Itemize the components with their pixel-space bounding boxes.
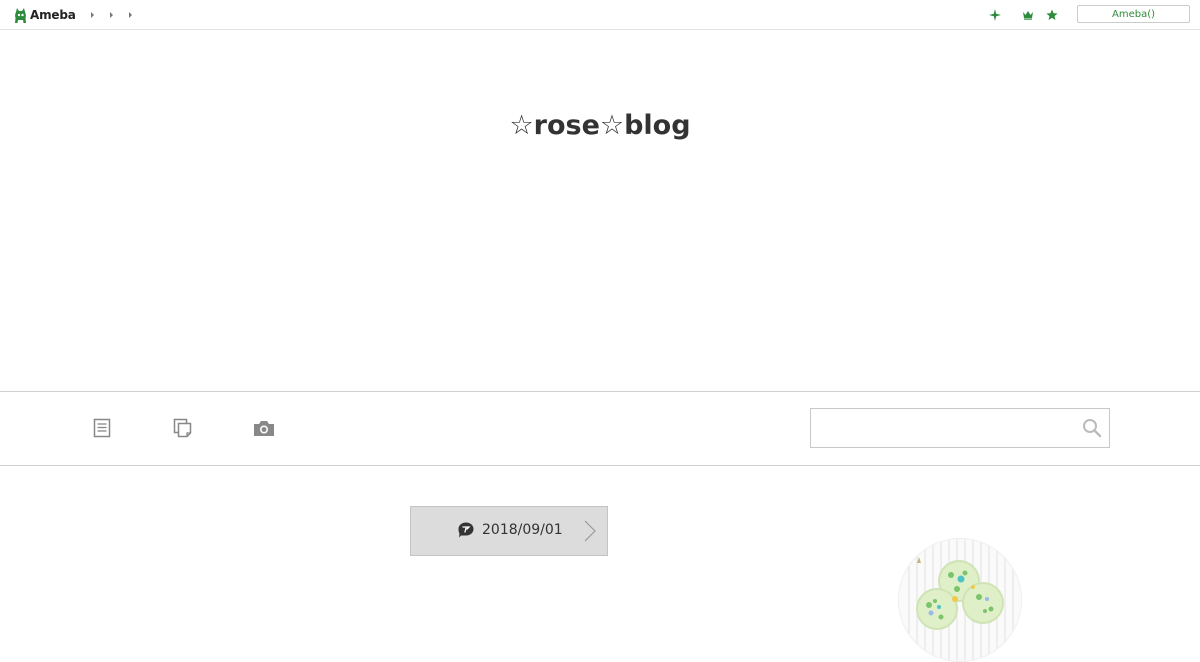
caret-right-icon (109, 11, 113, 18)
blog-title[interactable]: ☆rose☆blog (0, 110, 1200, 141)
sparkle-icon[interactable] (988, 8, 1002, 22)
avatar-image (899, 539, 1021, 661)
date-pager-next[interactable]: 2018/09/01 (410, 506, 608, 556)
chevron-right-icon (584, 520, 596, 542)
global-header: Ameba Ameba() (0, 0, 1200, 30)
nav-arrow-2[interactable] (108, 9, 114, 20)
themes-icon[interactable] (171, 416, 195, 440)
search-icon (1083, 419, 1102, 438)
star-icon[interactable] (1045, 8, 1059, 22)
login-button[interactable]: Ameba() (1077, 5, 1190, 23)
caret-right-icon (90, 11, 94, 18)
logo-text: Ameba (30, 7, 76, 22)
photos-icon[interactable] (252, 416, 276, 440)
speech-bubble-icon (458, 522, 474, 538)
date-pager-content: 2018/09/01 (457, 521, 563, 539)
global-nav-arrows (89, 9, 133, 20)
caret-right-icon (128, 11, 132, 18)
blog-nav-bar (0, 391, 1200, 466)
profile-avatar[interactable] (898, 538, 1022, 662)
search-button[interactable] (1081, 417, 1103, 439)
nav-arrow-3[interactable] (127, 9, 133, 20)
crown-icon[interactable] (1021, 8, 1035, 22)
blog-search (810, 408, 1110, 448)
ameba-logo-mark-icon (15, 7, 26, 23)
nav-arrow-1[interactable] (89, 9, 95, 20)
pager-date: 2018/09/01 (482, 522, 563, 538)
entries-icon[interactable] (90, 416, 114, 440)
ameba-logo[interactable]: Ameba (14, 5, 76, 24)
search-input[interactable] (811, 409, 1073, 447)
